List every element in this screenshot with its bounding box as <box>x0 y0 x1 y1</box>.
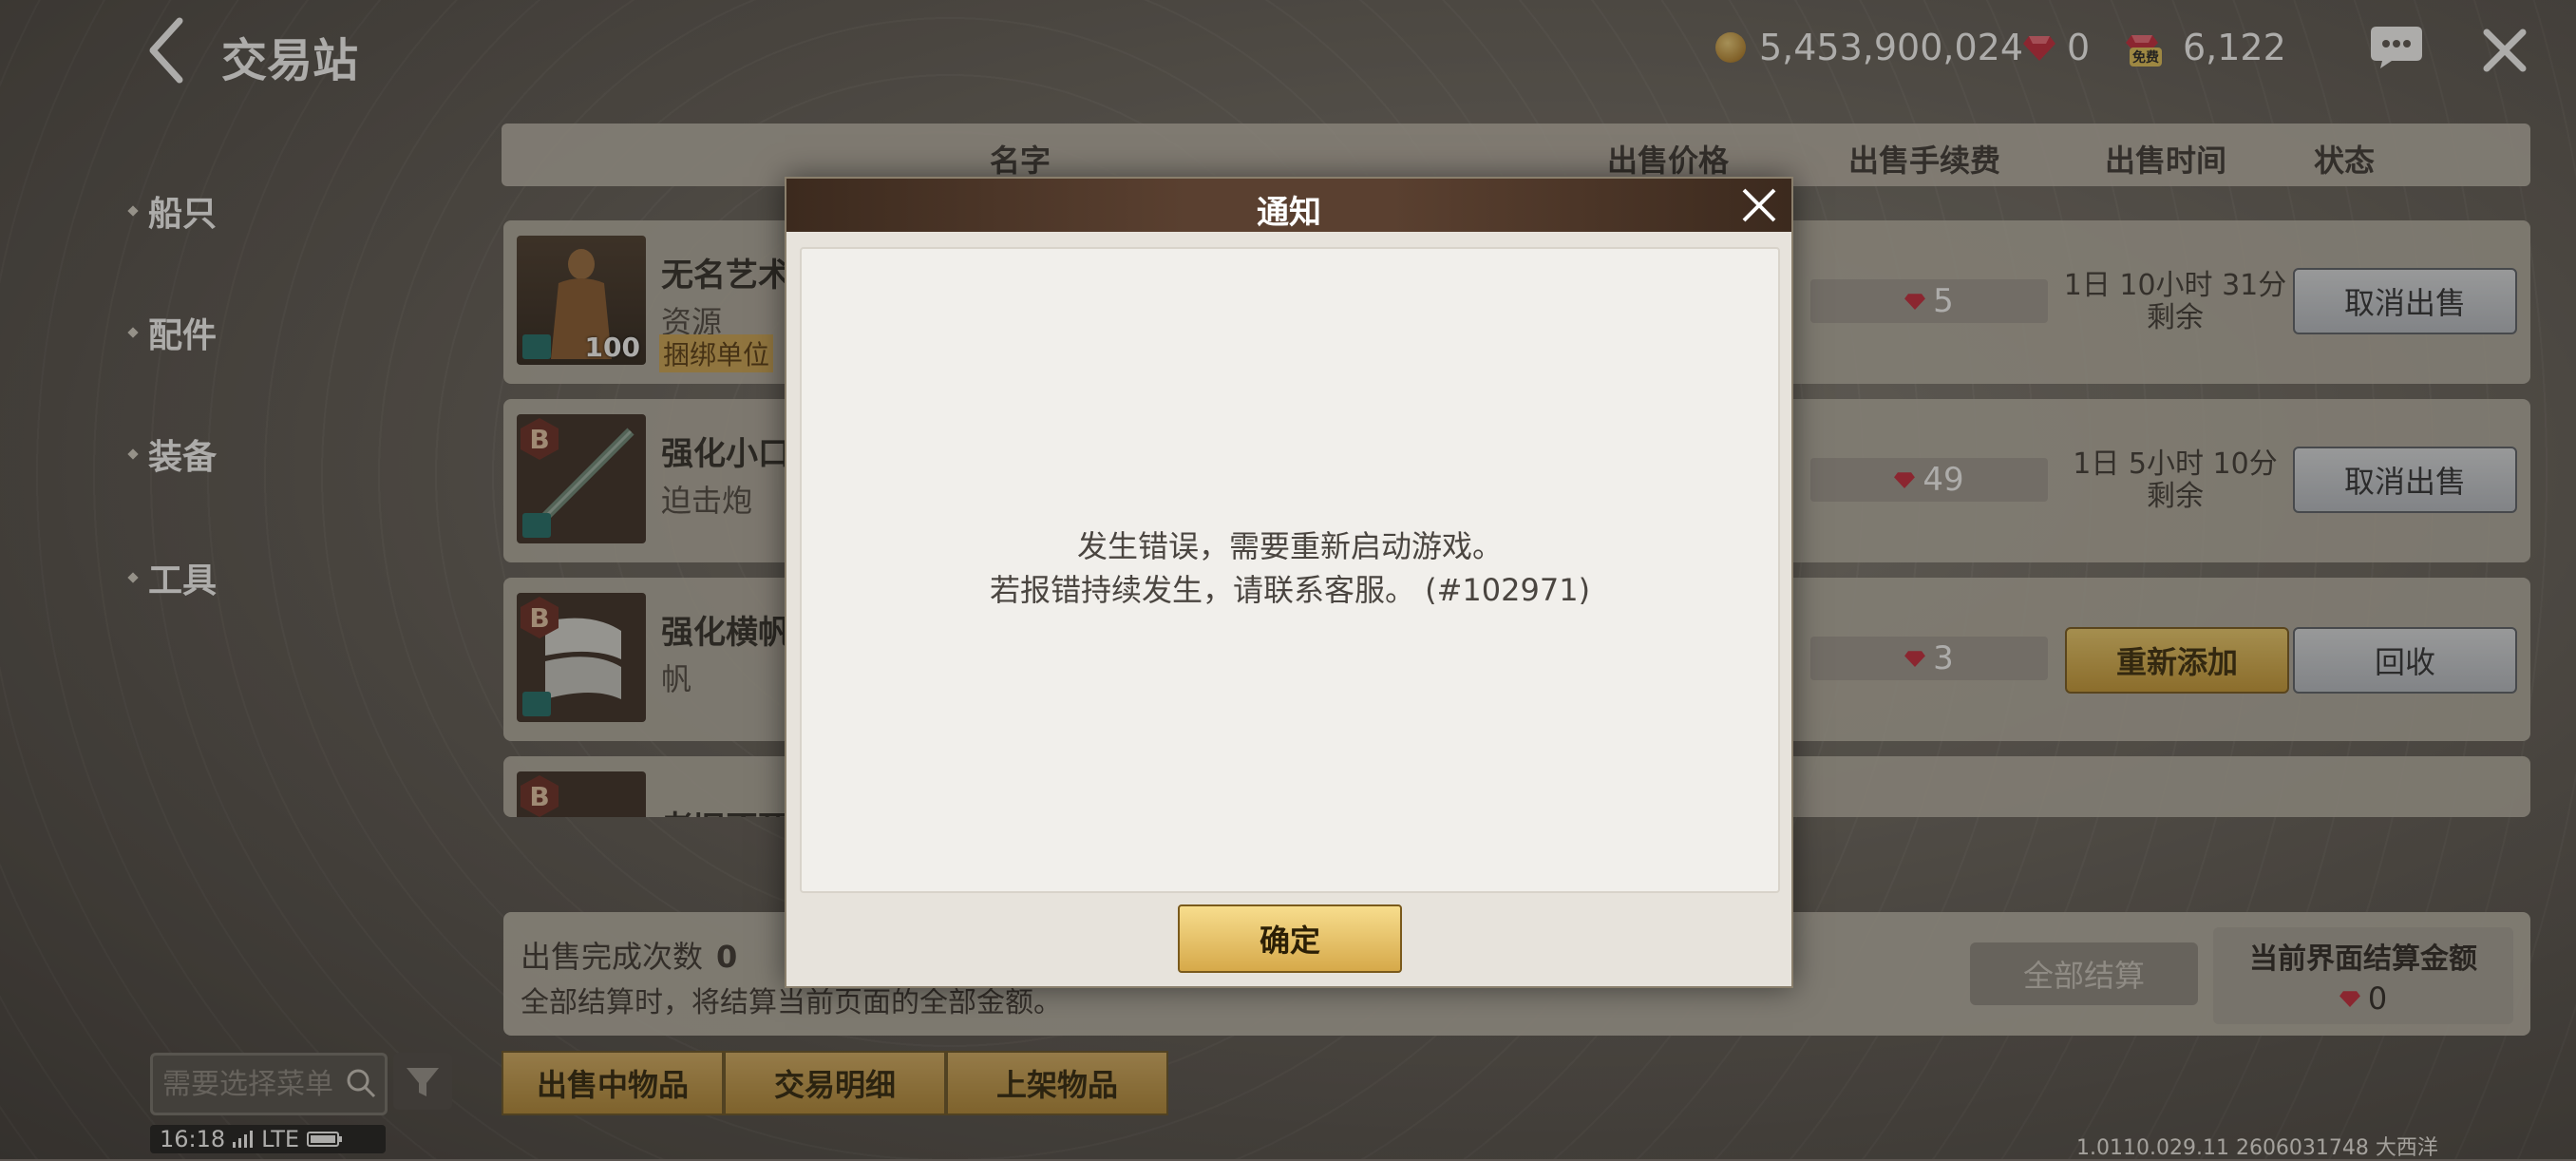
dialog-body: 发生错误，需要重新启动游戏。 若报错持续发生，请联系客服。 (#102971) <box>800 247 1780 893</box>
message-line-1: 发生错误，需要重新启动游戏。 <box>1076 528 1503 564</box>
dialog-title: 通知 <box>1257 194 1321 232</box>
dialog-header: 通知 <box>786 179 1791 232</box>
dialog-close-button[interactable] <box>1736 182 1782 228</box>
confirm-button[interactable]: 确定 <box>1178 904 1402 973</box>
notice-dialog: 通知 发生错误，需要重新启动游戏。 若报错持续发生，请联系客服。 (#10297… <box>785 177 1793 988</box>
message-line-2: 若报错持续发生，请联系客服。 (#102971) <box>989 572 1591 608</box>
close-icon <box>1742 188 1776 222</box>
dialog-message: 发生错误，需要重新启动游戏。 若报错持续发生，请联系客服。 (#102971) <box>802 524 1778 612</box>
